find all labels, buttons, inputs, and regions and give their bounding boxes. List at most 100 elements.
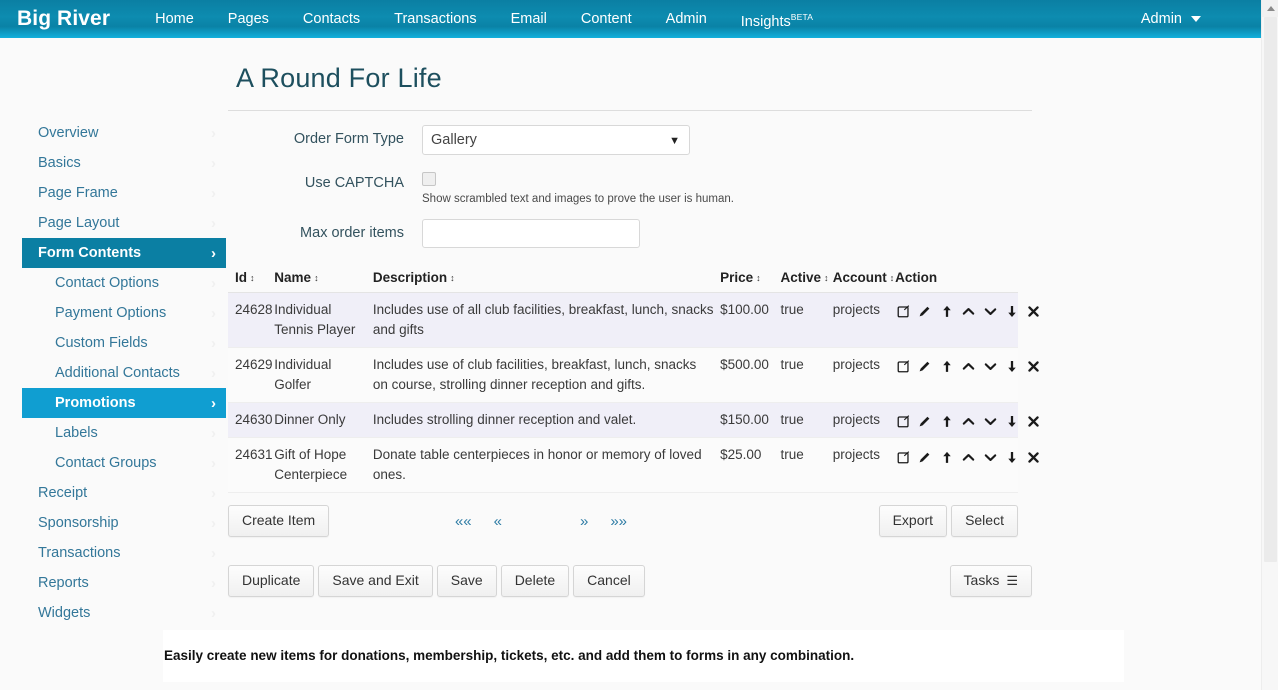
sidebar-item-contact-groups[interactable]: Contact Groups › xyxy=(22,448,226,478)
pagination-prev[interactable]: « xyxy=(494,513,502,530)
cancel-button[interactable]: Cancel xyxy=(573,565,645,598)
chevron-right-icon: › xyxy=(211,124,216,142)
form-action-bar: Duplicate Save and Exit Save Delete Canc… xyxy=(228,565,1032,598)
column-header-name[interactable]: Name ↕ xyxy=(274,270,373,293)
nav-user-area: Admin xyxy=(1141,11,1261,27)
delete-icon[interactable] xyxy=(1026,410,1042,430)
save-and-exit-button[interactable]: Save and Exit xyxy=(318,565,433,598)
move-to-bottom-icon[interactable] xyxy=(1004,355,1020,375)
nav-link-insights-label: Insights xyxy=(740,13,791,30)
pencil-icon[interactable] xyxy=(917,355,933,375)
page-scrollbar[interactable] xyxy=(1261,0,1278,690)
nav-link-transactions[interactable]: Transactions xyxy=(377,0,493,38)
sidebar-item-transactions[interactable]: Transactions › xyxy=(22,538,226,568)
sidebar-item-basics[interactable]: Basics › xyxy=(22,148,226,178)
sidebar-item-form-contents-label: Form Contents xyxy=(38,245,142,261)
sidebar-item-custom-fields[interactable]: Custom Fields › xyxy=(22,328,226,358)
brand-logo[interactable]: Big River xyxy=(17,7,110,31)
create-item-button[interactable]: Create Item xyxy=(228,505,330,538)
cell-account: projects xyxy=(832,437,896,494)
move-to-top-icon[interactable] xyxy=(939,446,955,466)
pagination-next[interactable]: » xyxy=(580,513,588,530)
select-button[interactable]: Select xyxy=(951,505,1018,538)
nav-link-admin[interactable]: Admin xyxy=(649,0,724,38)
nav-link-pages[interactable]: Pages xyxy=(211,0,286,38)
chevron-right-icon: › xyxy=(211,514,216,532)
delete-icon[interactable] xyxy=(1026,355,1042,375)
column-header-description[interactable]: Description ↕ xyxy=(372,270,721,293)
table-row[interactable]: 24631 Gift of Hope Centerpiece Donate ta… xyxy=(228,437,1040,494)
column-header-price[interactable]: Price ↕ xyxy=(720,270,781,293)
move-up-icon[interactable] xyxy=(960,410,976,430)
user-menu-button[interactable]: Admin xyxy=(1141,11,1201,27)
nav-link-contacts[interactable]: Contacts xyxy=(286,0,377,38)
cell-action xyxy=(895,292,1040,348)
move-to-bottom-icon[interactable] xyxy=(1004,300,1020,320)
move-down-icon[interactable] xyxy=(982,355,998,375)
sidebar-item-reports[interactable]: Reports › xyxy=(22,568,226,598)
sidebar-item-sponsorship[interactable]: Sponsorship › xyxy=(22,508,226,538)
save-button[interactable]: Save xyxy=(436,565,497,598)
chevron-right-icon: › xyxy=(211,574,216,592)
move-to-top-icon[interactable] xyxy=(939,355,955,375)
sort-icon: ↕ xyxy=(450,273,454,283)
export-button[interactable]: Export xyxy=(878,505,948,538)
pencil-icon[interactable] xyxy=(917,300,933,320)
column-header-id[interactable]: Id ↕ xyxy=(228,270,275,293)
cell-action xyxy=(895,437,1040,494)
scrollbar-up-button[interactable] xyxy=(1262,0,1278,17)
max-order-items-field xyxy=(414,219,640,248)
pagination-first[interactable]: «« xyxy=(455,513,472,530)
delete-icon[interactable] xyxy=(1026,446,1042,466)
table-row[interactable]: 24629 Individual Golfer Includes use of … xyxy=(228,347,1040,403)
sidebar-item-page-layout[interactable]: Page Layout › xyxy=(22,208,226,238)
move-up-icon[interactable] xyxy=(960,355,976,375)
column-header-account[interactable]: Account ↕ xyxy=(832,270,896,293)
move-to-bottom-icon[interactable] xyxy=(1004,410,1020,430)
sidebar-item-labels[interactable]: Labels › xyxy=(22,418,226,448)
move-down-icon[interactable] xyxy=(982,446,998,466)
copy-edit-icon[interactable] xyxy=(895,446,911,466)
nav-link-content[interactable]: Content xyxy=(564,0,649,38)
table-row[interactable]: 24628 Individual Tennis Player Includes … xyxy=(228,292,1040,348)
delete-button[interactable]: Delete xyxy=(500,565,570,598)
copy-edit-icon[interactable] xyxy=(895,300,911,320)
move-up-icon[interactable] xyxy=(960,300,976,320)
max-order-items-input[interactable] xyxy=(422,219,640,248)
delete-icon[interactable] xyxy=(1026,300,1042,320)
pencil-icon[interactable] xyxy=(917,410,933,430)
chevron-right-icon: › xyxy=(211,454,216,472)
nav-link-insights[interactable]: InsightsBETA xyxy=(724,0,830,40)
copy-edit-icon[interactable] xyxy=(895,410,911,430)
sidebar-item-promotions[interactable]: Promotions › xyxy=(22,388,226,418)
sidebar-item-receipt[interactable]: Receipt › xyxy=(22,478,226,508)
pagination-last[interactable]: »» xyxy=(610,513,627,530)
move-down-icon[interactable] xyxy=(982,410,998,430)
use-captcha-help-text: Show scrambled text and images to prove … xyxy=(422,193,734,205)
tasks-button[interactable]: Tasks ☰ xyxy=(949,565,1032,598)
sidebar-item-contact-options[interactable]: Contact Options › xyxy=(22,268,226,298)
move-to-top-icon[interactable] xyxy=(939,410,955,430)
duplicate-button[interactable]: Duplicate xyxy=(228,565,315,598)
table-row[interactable]: 24630 Dinner Only Includes strolling din… xyxy=(228,402,1040,439)
move-up-icon[interactable] xyxy=(960,446,976,466)
sidebar-item-additional-contacts[interactable]: Additional Contacts › xyxy=(22,358,226,388)
sidebar-item-form-contents[interactable]: Form Contents › xyxy=(22,238,226,268)
nav-link-home[interactable]: Home xyxy=(138,0,211,38)
sidebar-item-overview[interactable]: Overview › xyxy=(22,118,226,148)
copy-edit-icon[interactable] xyxy=(895,355,911,375)
scrollbar-thumb[interactable] xyxy=(1264,17,1277,562)
column-header-active[interactable]: Active ↕ xyxy=(780,270,833,293)
sidebar-item-payment-options[interactable]: Payment Options › xyxy=(22,298,226,328)
sidebar-item-widgets[interactable]: Widgets › xyxy=(22,598,226,628)
nav-link-email[interactable]: Email xyxy=(494,0,564,38)
order-form-type-select[interactable]: Gallery xyxy=(422,125,690,155)
cell-account: projects xyxy=(832,347,896,403)
sidebar-item-page-frame[interactable]: Page Frame › xyxy=(22,178,226,208)
use-captcha-checkbox[interactable] xyxy=(422,172,436,186)
move-down-icon[interactable] xyxy=(982,300,998,320)
nav-link-email-label: Email xyxy=(510,11,547,27)
pencil-icon[interactable] xyxy=(917,446,933,466)
move-to-top-icon[interactable] xyxy=(939,300,955,320)
move-to-bottom-icon[interactable] xyxy=(1004,446,1020,466)
